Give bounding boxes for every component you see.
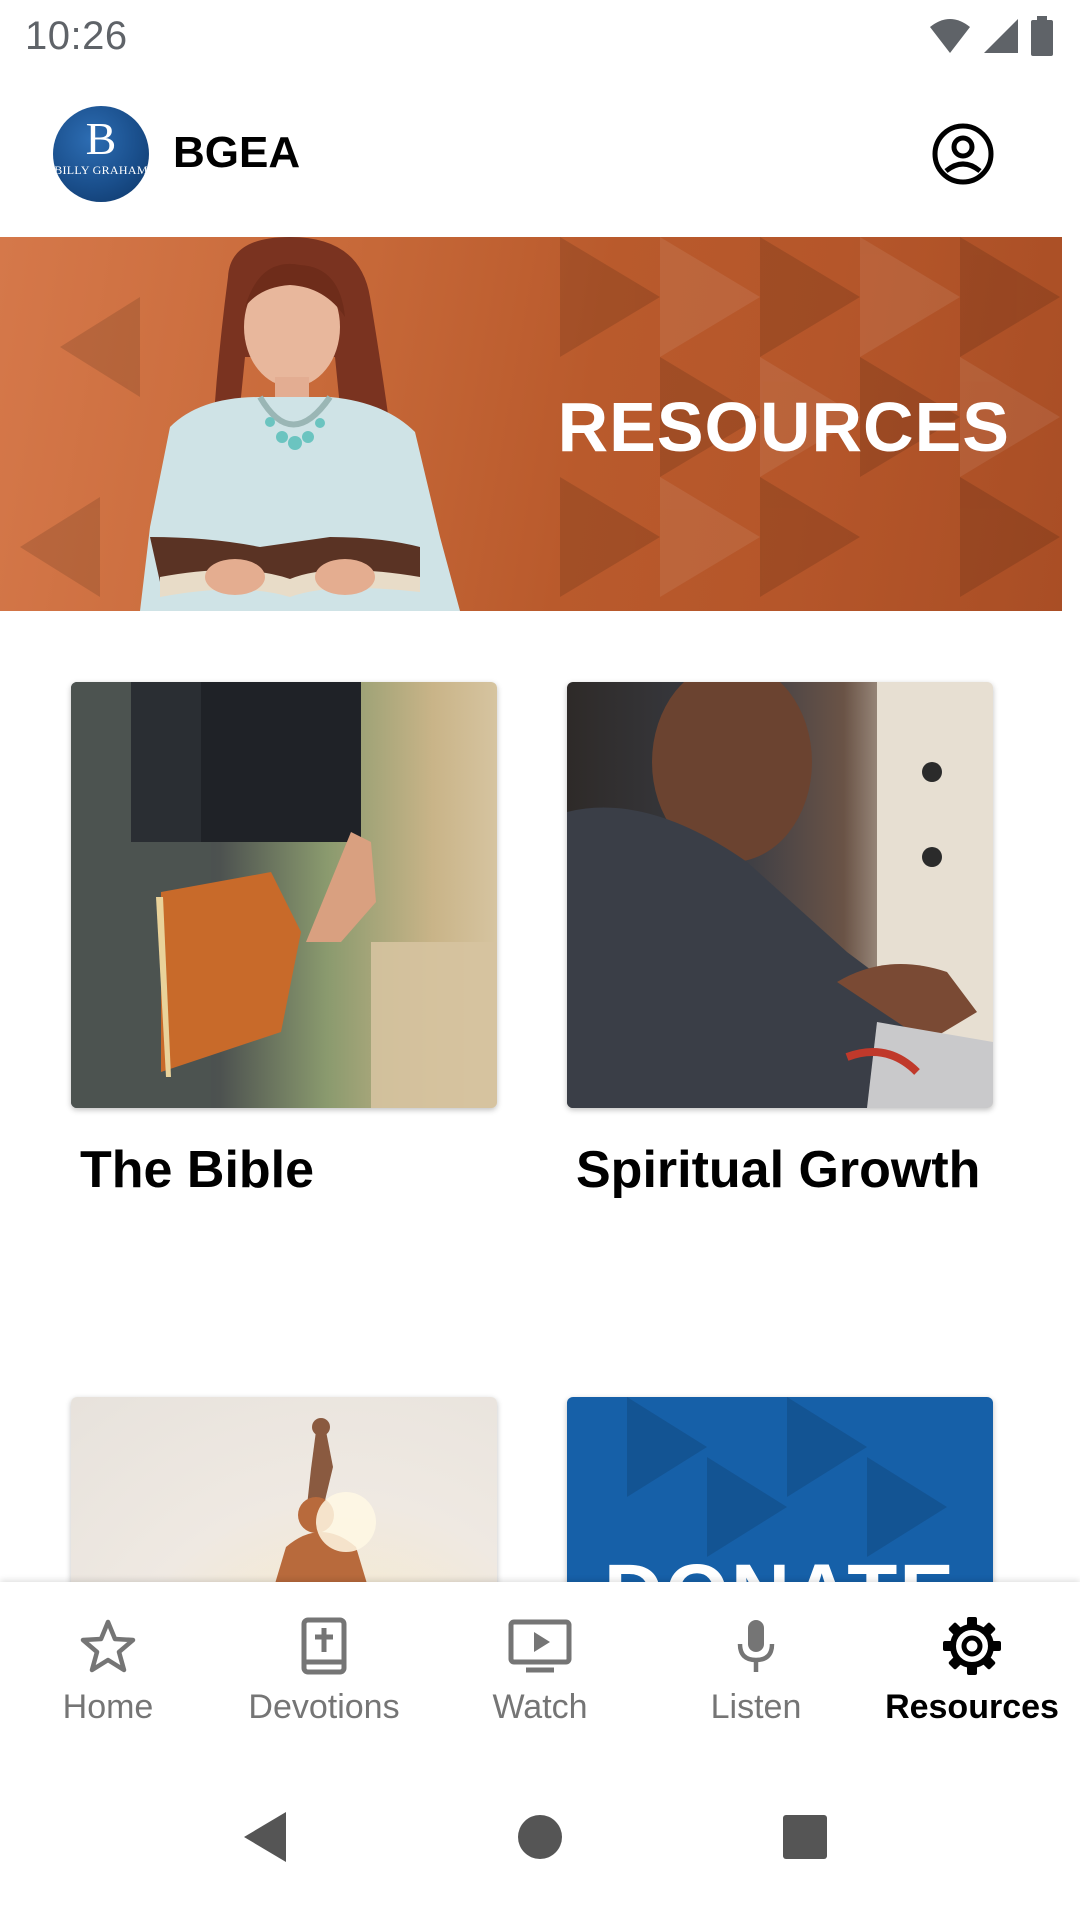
nav-label: Home — [62, 1688, 154, 1726]
spiritual-growth-image — [567, 682, 993, 1108]
nav-item-home[interactable]: Home — [0, 1582, 216, 1757]
status-icons — [928, 16, 1054, 56]
system-navigation-bar — [0, 1757, 1080, 1920]
hero-title: RESOURCES — [557, 388, 1010, 466]
recents-button[interactable] — [775, 1807, 835, 1867]
microphone-icon — [724, 1614, 788, 1678]
bottom-navigation: Home Devotions Watch Listen Resources — [0, 1582, 1080, 1757]
woman-reading-illustration — [140, 237, 460, 611]
recents-square-icon — [783, 1815, 827, 1859]
resources-hero-banner: RESOURCES — [0, 237, 1062, 611]
card-label: The Bible — [80, 1141, 315, 1199]
nav-item-listen[interactable]: Listen — [648, 1582, 864, 1757]
status-time: 10:26 — [25, 14, 128, 58]
nav-label: Listen — [710, 1688, 802, 1726]
back-triangle-icon — [244, 1812, 286, 1862]
nav-item-devotions[interactable]: Devotions — [216, 1582, 432, 1757]
card-thumbnail[interactable] — [567, 682, 993, 1108]
card-thumbnail[interactable] — [71, 682, 497, 1108]
home-circle-icon — [518, 1815, 562, 1859]
app-bar: B BILLY GRAHAM BGEA — [0, 74, 1080, 237]
card-the-bible[interactable]: The Bible — [71, 682, 497, 1200]
nav-item-watch[interactable]: Watch — [432, 1582, 648, 1757]
bgea-logo[interactable]: B BILLY GRAHAM — [53, 106, 149, 202]
tv-play-icon — [508, 1614, 572, 1678]
nav-item-resources[interactable]: Resources — [864, 1582, 1080, 1757]
app-title: BGEA — [173, 128, 301, 177]
battery-icon — [1031, 16, 1053, 56]
home-button[interactable] — [510, 1807, 570, 1867]
nav-label: Resources — [885, 1688, 1059, 1726]
back-button[interactable] — [235, 1807, 295, 1867]
card-label: Spiritual Growth — [576, 1141, 981, 1199]
logo-subtext: BILLY GRAHAM — [54, 163, 148, 177]
nav-label: Watch — [492, 1688, 588, 1726]
account-button[interactable] — [930, 121, 996, 187]
cell-signal-icon — [984, 19, 1018, 53]
star-icon — [76, 1614, 140, 1678]
nav-label: Devotions — [248, 1688, 400, 1726]
logo-letter: B — [85, 113, 117, 164]
gear-icon — [940, 1614, 1004, 1678]
bible-image — [71, 682, 497, 1108]
book-cross-icon — [292, 1614, 356, 1678]
wifi-icon — [930, 19, 970, 53]
account-circle-icon — [932, 123, 994, 185]
card-spiritual-growth[interactable]: Spiritual Growth — [567, 682, 993, 1200]
status-bar: 10:26 — [0, 0, 1080, 74]
